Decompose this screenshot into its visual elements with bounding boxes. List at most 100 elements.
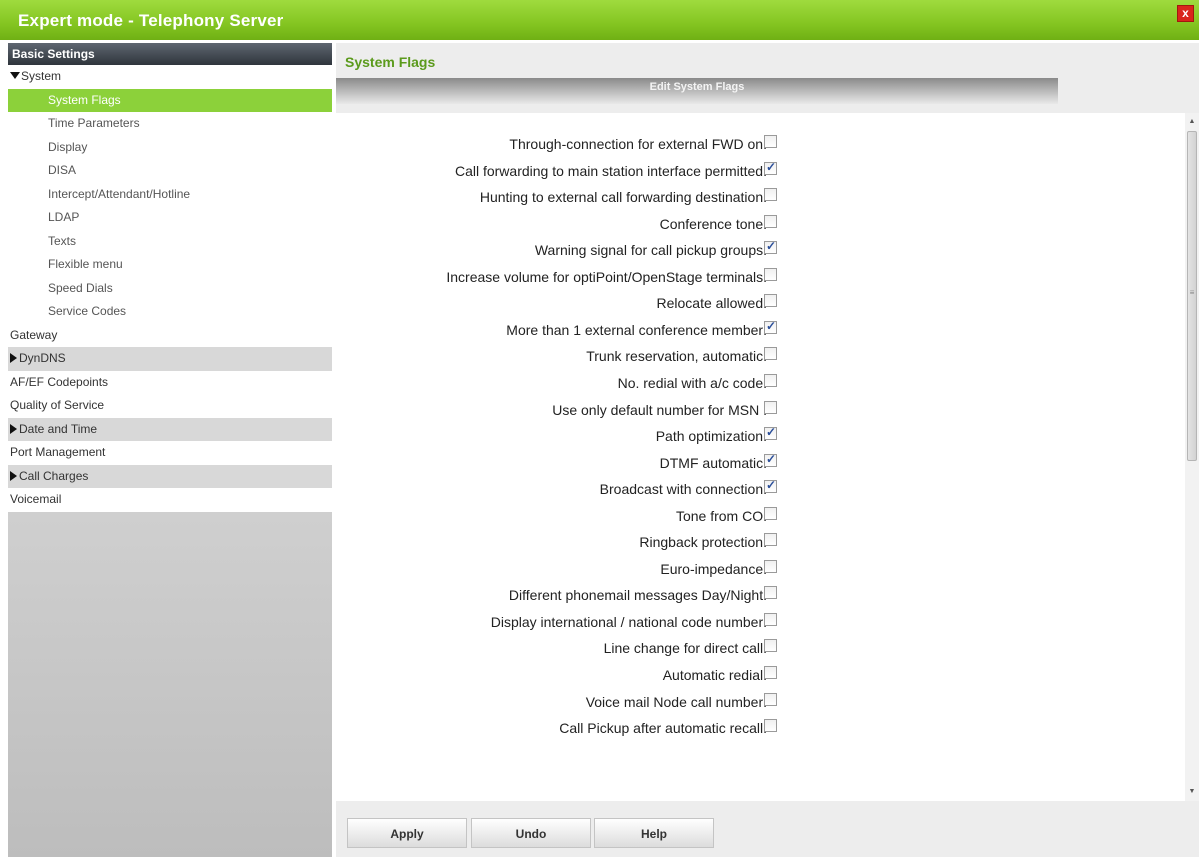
help-button[interactable]: Help [594,818,714,848]
sidebar-item-flexible-menu[interactable]: Flexible menu [8,253,332,277]
flag-label: Different phonemail messages Day/Night: [508,587,767,604]
flag-checkbox[interactable] [764,373,777,387]
flag-checkbox[interactable] [764,666,777,679]
flag-checkbox[interactable] [764,347,777,361]
flag-checkbox[interactable] [764,160,777,175]
flag-checkbox[interactable] [764,214,777,228]
sidebar-item-date-and-time[interactable]: Date and Time [8,417,332,441]
sidebar-item-voicemail[interactable]: Voicemail [8,488,332,512]
flag-checkbox[interactable] [764,506,777,520]
section-header: Edit System Flags [336,78,1058,104]
sidebar-item-ldap[interactable]: LDAP [8,206,332,230]
flag-row: Path optimization: [336,424,1185,450]
flag-checkbox[interactable] [764,267,777,281]
flag-row: Call Pickup after automatic recall: [336,716,1185,742]
flag-row: Hunting to external call forwarding dest… [336,185,1185,211]
flag-label: More than 1 external conference member: [506,321,767,338]
flag-row: Relocate allowed: [336,291,1185,317]
undo-button[interactable]: Undo [471,818,591,848]
flag-checkbox[interactable] [764,719,777,733]
flag-label: Relocate allowed: [656,295,767,312]
sidebar-item-time-parameters[interactable]: Time Parameters [8,112,332,136]
scroll-down-icon[interactable]: ▼ [1185,785,1199,799]
flag-checkbox[interactable] [764,533,777,547]
flag-label: Display international / national code nu… [490,613,767,630]
collapse-triangle-icon [10,423,17,434]
flag-label: Path optimization: [655,428,767,445]
flag-label: Call forwarding to main station interfac… [454,162,767,179]
flag-checkbox[interactable] [764,692,777,706]
sidebar-item-label: LDAP [48,210,80,224]
flag-checkbox[interactable] [764,135,777,148]
flag-checkbox[interactable] [764,586,777,600]
flag-row: Euro-impedance: [336,557,1185,583]
sidebar-item-system[interactable]: System [8,65,332,89]
sidebar-item-label: Gateway [10,327,58,342]
flag-row: Automatic redial: [336,663,1185,689]
flag-row: Warning signal for call pickup groups: [336,238,1185,264]
sidebar-list: System System Flags Time Parameters Display… [8,65,332,512]
grip-icon: ≡ [1189,288,1195,297]
flag-row: Different phonemail messages Day/Night: [336,583,1185,609]
flag-row: Conference tone: [336,212,1185,238]
flag-checkbox[interactable] [764,319,777,334]
sidebar-item-label: Call Charges [19,468,89,483]
sidebar-item-service-codes[interactable]: Service Codes [8,300,332,324]
sidebar-item-display[interactable]: Display [8,135,332,159]
sidebar-item-disa[interactable]: DISA [8,159,332,183]
flag-label: No. redial with a/c code: [617,374,767,391]
flag-checkbox[interactable] [764,478,777,494]
flag-label: Euro-impedance: [660,560,767,577]
sidebar-item-label: Voicemail [10,492,62,506]
flag-checkbox[interactable] [764,452,777,467]
scrollbar-thumb[interactable]: ≡ [1187,131,1197,461]
flag-row: Trunk reservation, automatic: [336,344,1185,370]
sidebar-item-quality-of-service[interactable]: Quality of Service [8,394,332,418]
flag-label: DTMF automatic: [659,454,767,471]
vertical-scrollbar[interactable]: ▲ ≡ ▼ [1185,113,1199,801]
sidebar-item-intercept-attendant-hotline[interactable]: Intercept/Attendant/Hotline [8,182,332,206]
apply-button[interactable]: Apply [347,818,467,848]
title-bar: Expert mode - Telephony Server x [0,0,1199,40]
sidebar-item-texts[interactable]: Texts [8,229,332,253]
flag-row: Display international / national code nu… [336,610,1185,636]
sidebar-item-label: AF/EF Codepoints [10,374,109,389]
close-icon[interactable]: x [1177,5,1194,22]
flags-form: Through-connection for external FWD on: C… [336,113,1185,801]
sidebar-header[interactable]: Basic Settings [8,43,332,65]
flag-label: Hunting to external call forwarding dest… [479,189,767,206]
sidebar-item-label: DynDNS [19,351,66,365]
sidebar-item-label: System [21,69,62,83]
sidebar-item-call-charges[interactable]: Call Charges [8,464,332,488]
sidebar-item-gateway[interactable]: Gateway [8,323,332,347]
sidebar-item-speed-dials[interactable]: Speed Dials [8,276,332,300]
flag-checkbox[interactable] [764,239,777,255]
sidebar-item-port-management[interactable]: Port Management [8,441,332,465]
scroll-up-icon[interactable]: ▲ [1185,115,1199,129]
flag-row: Line change for direct call: [336,636,1185,662]
sidebar-item-af-ef-codepoints[interactable]: AF/EF Codepoints [8,370,332,394]
flag-label: Increase volume for optiPoint/OpenStage … [446,268,767,285]
sidebar-item-label: Quality of Service [10,398,105,412]
flag-row: Increase volume for optiPoint/OpenStage … [336,265,1185,291]
flag-checkbox[interactable] [764,188,777,202]
flag-checkbox[interactable] [764,612,777,626]
main-panel: System Flags Edit System Flags Through-c… [336,43,1199,857]
flag-checkbox[interactable] [764,425,777,441]
flag-checkbox[interactable] [764,294,777,308]
flag-row: Voice mail Node call number: [336,690,1185,716]
flag-label: Broadcast with connection: [599,481,767,498]
flag-checkbox[interactable] [764,559,777,573]
sidebar-item-label: Speed Dials [48,280,113,295]
sidebar-item-system-flags[interactable]: System Flags [8,88,332,112]
flag-checkbox[interactable] [764,400,777,414]
collapse-triangle-icon [10,353,17,363]
window-title: Expert mode - Telephony Server [18,11,284,30]
sidebar-item-label: Display [48,139,88,154]
sidebar-item-label: Time Parameters [48,116,140,130]
sidebar-item-label: Date and Time [19,421,98,436]
sidebar-item-label: Port Management [10,445,106,459]
flag-checkbox[interactable] [764,639,777,653]
sidebar-item-dyndns[interactable]: DynDNS [8,347,332,371]
flag-row: More than 1 external conference member: [336,318,1185,344]
